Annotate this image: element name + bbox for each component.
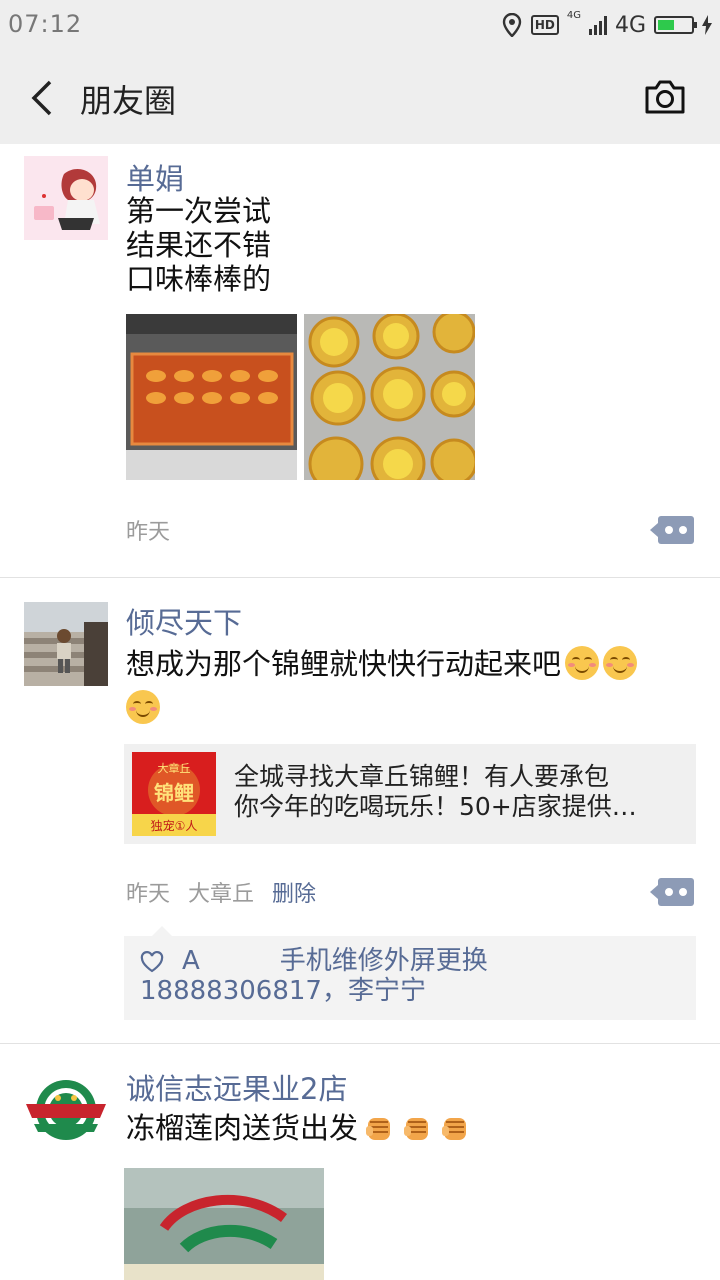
post-author-name[interactable]: 倾尽天下 — [126, 600, 242, 642]
shared-link-card[interactable]: 大章丘 锦鲤 独宠①人 全城寻找大章丘锦鲤！有人要承包 你今年的吃喝玩乐！50+… — [124, 744, 696, 844]
moment-post: 单娟 第一次尝试 结果还不错 口味棒棒的 昨天 — [0, 144, 720, 578]
location-icon — [502, 13, 522, 37]
delete-button[interactable]: 删除 — [272, 882, 316, 907]
fist-emoji-icon — [442, 1118, 467, 1140]
charging-icon — [702, 15, 712, 35]
post-author-name[interactable]: 诚信志远果业2店 — [126, 1066, 347, 1108]
fruit-store-logo-avatar-image — [24, 1068, 108, 1152]
post-location[interactable]: 大章丘 — [188, 882, 254, 907]
oven-egg-tarts-image — [126, 314, 297, 480]
fist-emoji-icon — [404, 1118, 429, 1140]
link-title: 全城寻找大章丘锦鲤！有人要承包 你今年的吃喝玩乐！50+店家提供… — [234, 762, 682, 822]
thumb-top-text: 大章丘 — [158, 761, 191, 775]
post-photo[interactable] — [124, 1168, 324, 1280]
thumb-bottom-text: 独宠①人 — [151, 818, 198, 833]
smile-emoji-icon — [603, 646, 638, 680]
page-title: 朋友圈 — [80, 82, 177, 120]
status-time: 07:12 — [8, 10, 83, 38]
avatar[interactable] — [24, 1068, 108, 1152]
avatar[interactable] — [24, 602, 108, 686]
post-photo[interactable] — [304, 314, 475, 480]
moment-post: 诚信志远果业2店 冻榴莲肉送货出发 — [0, 1044, 720, 1280]
link-thumbnail: 大章丘 锦鲤 独宠①人 — [132, 752, 216, 836]
post-time-label: 昨天 — [126, 520, 171, 545]
signal-icon — [588, 15, 607, 35]
post-time: 昨天 — [126, 514, 170, 546]
status-icons: HD 4G 4G — [501, 11, 712, 39]
post-text: 想成为那个锦鲤就快快行动起来吧 — [126, 647, 562, 681]
fist-emoji-icon — [366, 1118, 391, 1140]
post-text: 冻榴莲肉送货出发 — [126, 1111, 359, 1145]
status-bar: 07:12 HD 4G 4G — [0, 0, 720, 50]
avatar[interactable] — [24, 156, 108, 240]
smile-emoji-icon — [126, 690, 160, 724]
likes-section: A 手机维修外屏更换 18888306817，李宁宁 — [124, 926, 696, 1020]
egg-tarts-tray-image — [304, 314, 475, 480]
link-title-line: 你今年的吃喝玩乐！50+店家提供… — [234, 792, 637, 821]
hd-badge: HD — [530, 15, 559, 35]
like-user[interactable]: A — [182, 946, 200, 976]
post-meta: 昨天 大章丘 删除 — [126, 876, 316, 908]
thumb-main-text: 锦鲤 — [154, 781, 194, 805]
link-title-line: 全城寻找大章丘锦鲤！有人要承包 — [234, 762, 610, 791]
comment-more-button[interactable] — [650, 516, 694, 544]
cartoon-girl-avatar-image — [24, 156, 108, 240]
likes-list: A 手机维修外屏更换 18888306817，李宁宁 — [140, 946, 680, 1006]
child-on-steps-avatar-image — [24, 602, 108, 686]
koi-promo-thumbnail-image: 大章丘 锦鲤 独宠①人 — [132, 752, 216, 836]
comment-more-button[interactable] — [650, 878, 694, 906]
back-arrow-icon[interactable] — [26, 78, 62, 118]
post-text-block: 冻榴莲肉送货出发 — [126, 1108, 696, 1148]
post-text: 第一次尝试 结果还不错 口味棒棒的 — [126, 194, 272, 296]
post-photo[interactable] — [126, 314, 297, 480]
like-user[interactable]: 18888306817，李宁宁 — [140, 976, 426, 1006]
camera-icon[interactable] — [644, 78, 686, 116]
net-small-label: 4G — [566, 10, 581, 21]
post-text-block: 想成为那个锦鲤就快快行动起来吧 — [126, 642, 696, 730]
like-user[interactable]: 手机维修外屏更换 — [280, 946, 488, 976]
post-author-name[interactable]: 单娟 — [126, 156, 184, 198]
smile-emoji-icon — [565, 646, 600, 680]
durian-package-image — [124, 1168, 324, 1280]
nav-bar: 朋友圈 — [0, 50, 720, 144]
post-time-label: 昨天 — [126, 882, 171, 907]
battery-icon — [654, 16, 697, 34]
network-label: 4G — [614, 12, 646, 38]
moment-post: 倾尽天下 想成为那个锦鲤就快快行动起来吧 大章丘 锦鲤 独宠①人 全城寻找大章丘… — [0, 578, 720, 1043]
heart-icon — [140, 951, 164, 973]
